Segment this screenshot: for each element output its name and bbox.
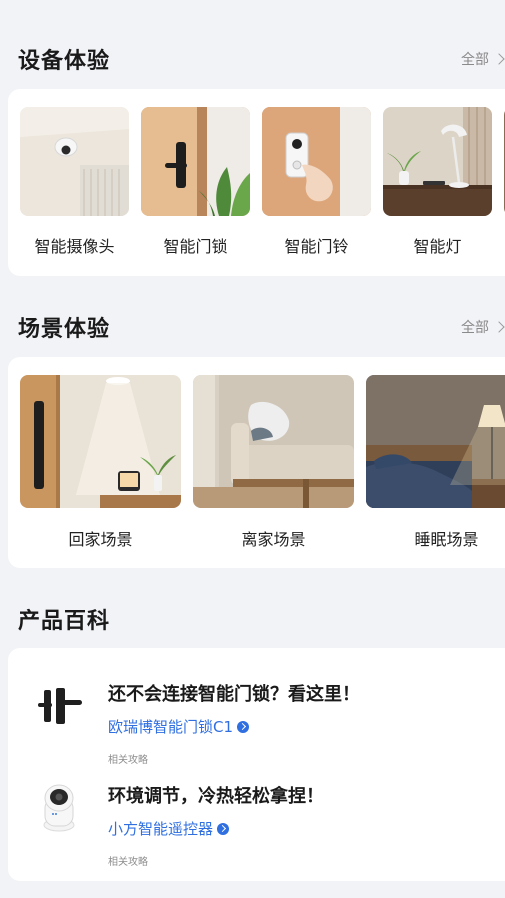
away-scene-image bbox=[193, 375, 354, 508]
scene-label: 回家场景 bbox=[68, 530, 133, 549]
lamp-image bbox=[383, 107, 492, 216]
scene-item-home[interactable]: 回家场景 bbox=[20, 375, 181, 550]
devices-title: 设备体验 bbox=[18, 49, 111, 74]
encyclopedia-card: 还不会连接智能门锁？看这里！ 欧瑞博智能门锁C1 相关攻略 环境调节，冷热轻松拿… bbox=[8, 648, 505, 881]
chevron-right-icon bbox=[493, 53, 505, 65]
home-scene-image bbox=[20, 375, 181, 508]
scene-item-sleep[interactable]: 睡眠场景 bbox=[366, 375, 505, 550]
scenes-list: 回家场景 离家场景 睡眠场景 bbox=[20, 375, 505, 550]
device-label: 智能门锁 bbox=[163, 237, 228, 256]
arrow-right-circle-icon bbox=[217, 822, 230, 835]
arrow-right-circle-icon bbox=[237, 720, 250, 733]
tip-link-label: 欧瑞博智能门锁C1 bbox=[108, 718, 234, 736]
scene-item-away[interactable]: 离家场景 bbox=[193, 375, 354, 550]
devices-list: 智能摄像头 智能门锁 智能门铃 智能灯 bbox=[20, 107, 505, 257]
scene-label: 睡眠场景 bbox=[414, 530, 479, 549]
chevron-right-icon bbox=[493, 321, 505, 333]
encyclopedia-title: 产品百科 bbox=[18, 609, 111, 634]
tip-product-link[interactable]: 欧瑞博智能门锁C1 bbox=[108, 716, 250, 737]
devices-all-link[interactable]: 全部 bbox=[461, 49, 505, 69]
device-item-camera[interactable]: 智能摄像头 bbox=[20, 107, 129, 257]
tip-title: 环境调节，冷热轻松拿捏！ bbox=[108, 786, 324, 807]
doorbell-image bbox=[262, 107, 371, 216]
door-lock-image bbox=[141, 107, 250, 216]
tip-title: 还不会连接智能门锁？看这里！ bbox=[108, 684, 360, 705]
device-item-doorbell[interactable]: 智能门铃 bbox=[262, 107, 371, 257]
door-lock-icon bbox=[32, 676, 88, 732]
tip-item-door-lock[interactable]: 还不会连接智能门锁？看这里！ 欧瑞博智能门锁C1 相关攻略 bbox=[8, 660, 505, 766]
scenes-all-label: 全部 bbox=[461, 320, 489, 336]
device-item-lamp[interactable]: 智能灯 bbox=[383, 107, 492, 257]
device-label: 智能灯 bbox=[413, 237, 462, 256]
device-label: 智能门铃 bbox=[284, 237, 349, 256]
devices-card: 智能摄像头 智能门锁 智能门铃 智能灯 bbox=[8, 89, 505, 276]
scenes-title: 场景体验 bbox=[18, 317, 111, 342]
devices-all-label: 全部 bbox=[461, 52, 489, 68]
tip-item-remote[interactable]: 环境调节，冷热轻松拿捏！ 小方智能遥控器 相关攻略 bbox=[8, 762, 505, 868]
scenes-all-link[interactable]: 全部 bbox=[461, 317, 505, 337]
device-item-door-lock[interactable]: 智能门锁 bbox=[141, 107, 250, 257]
scene-label: 离家场景 bbox=[241, 530, 306, 549]
tip-link-label: 小方智能遥控器 bbox=[108, 820, 214, 838]
devices-header: 设备体验 全部 bbox=[18, 42, 505, 76]
device-label: 智能摄像头 bbox=[34, 237, 115, 256]
camera-image bbox=[20, 107, 129, 216]
scenes-card: 回家场景 离家场景 睡眠场景 bbox=[8, 357, 505, 568]
encyclopedia-header: 产品百科 bbox=[18, 602, 505, 636]
tip-product-link[interactable]: 小方智能遥控器 bbox=[108, 818, 230, 839]
sleep-scene-image bbox=[366, 375, 505, 508]
tip-tag: 相关攻略 bbox=[108, 857, 148, 868]
camera-icon bbox=[32, 778, 88, 834]
scenes-header: 场景体验 全部 bbox=[18, 310, 505, 344]
